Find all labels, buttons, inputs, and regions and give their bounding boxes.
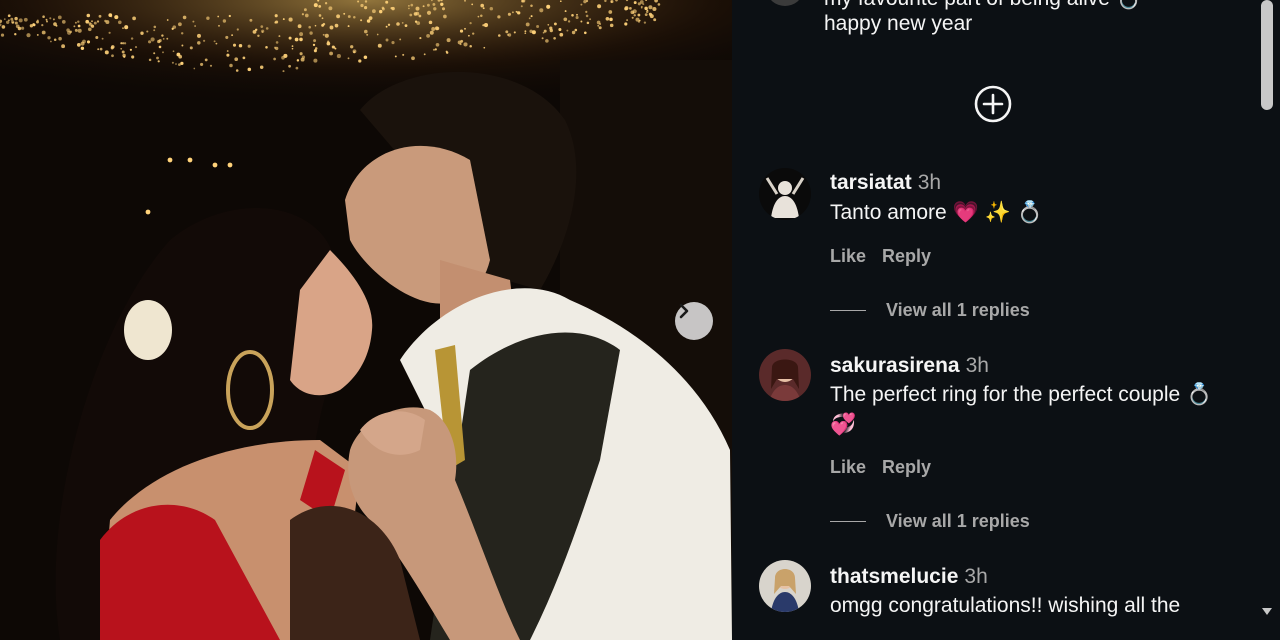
comment-username[interactable]: tarsiatat bbox=[830, 171, 912, 194]
comment-actions: Like Reply bbox=[830, 246, 931, 267]
scrollbar-thumb[interactable] bbox=[1261, 0, 1273, 110]
like-button[interactable]: Like bbox=[830, 457, 866, 477]
reply-button[interactable]: Reply bbox=[882, 246, 931, 266]
comment-time[interactable]: 3h bbox=[964, 565, 987, 588]
divider-line bbox=[830, 310, 866, 311]
like-button[interactable]: Like bbox=[830, 246, 866, 266]
post-photo bbox=[0, 0, 732, 640]
next-photo-button[interactable] bbox=[675, 302, 713, 340]
comment-header: sakurasirena 3h bbox=[830, 353, 989, 379]
comment-header: tarsiatat 3h bbox=[830, 170, 941, 196]
avatar[interactable] bbox=[759, 560, 811, 612]
comment-time[interactable]: 3h bbox=[918, 171, 941, 194]
caption-line-2: happy new year bbox=[824, 12, 973, 35]
divider-line bbox=[830, 521, 866, 522]
view-replies-button[interactable]: View all 1 replies bbox=[830, 300, 1030, 321]
chevron-right-icon bbox=[679, 303, 689, 319]
comment-username[interactable]: thatsmelucie bbox=[830, 565, 958, 588]
comment-username[interactable]: sakurasirena bbox=[830, 354, 960, 377]
author-avatar[interactable] bbox=[768, 0, 802, 6]
avatar[interactable] bbox=[759, 349, 811, 401]
comments-panel: my favourite part of being alive 💍 happy… bbox=[732, 0, 1280, 640]
view-replies-label: View all 1 replies bbox=[886, 511, 1030, 531]
load-more-comments-button[interactable] bbox=[973, 84, 1013, 124]
comment-header: thatsmelucie 3h bbox=[830, 564, 988, 590]
comment-actions: Like Reply bbox=[830, 457, 931, 478]
avatar[interactable] bbox=[759, 168, 811, 220]
comment-text: The perfect ring for the perfect couple … bbox=[830, 383, 1213, 436]
view-replies-button[interactable]: View all 1 replies bbox=[830, 511, 1030, 532]
scrollbar[interactable] bbox=[1256, 0, 1280, 640]
comment-text: Tanto amore 💗 ✨ 💍 bbox=[830, 201, 1043, 224]
photo-illustration bbox=[0, 0, 732, 640]
reply-button[interactable]: Reply bbox=[882, 457, 931, 477]
comment-time[interactable]: 3h bbox=[966, 354, 989, 377]
view-replies-label: View all 1 replies bbox=[886, 300, 1030, 320]
comment-text: omgg congratulations!! wishing all the bbox=[830, 594, 1181, 617]
scroll-down-arrow-icon[interactable] bbox=[1260, 604, 1274, 618]
plus-circle-icon bbox=[974, 85, 1012, 123]
